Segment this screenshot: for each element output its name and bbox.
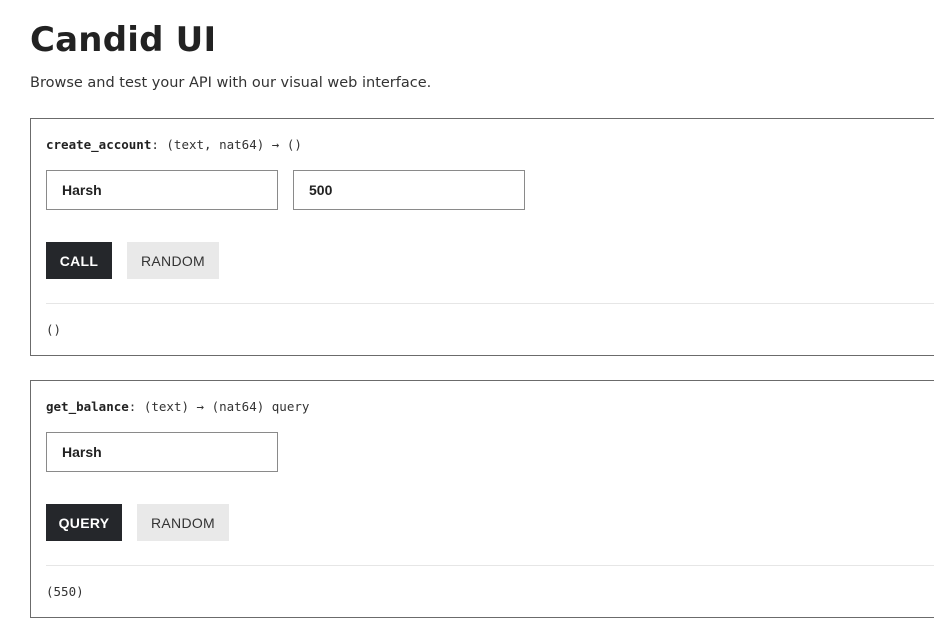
method-name: create_account xyxy=(46,137,152,152)
method-result: (550) xyxy=(46,584,84,599)
method-name: get_balance xyxy=(46,399,129,414)
random-button[interactable]: RANDOM xyxy=(137,504,229,541)
candid-ui-page: Candid UI Browse and test your API with … xyxy=(0,0,934,635)
call-button[interactable]: CALL xyxy=(46,242,112,279)
random-button[interactable]: RANDOM xyxy=(127,242,219,279)
method-type: : (text) → (nat64) query xyxy=(128,399,310,414)
nat64-argument-input[interactable] xyxy=(293,170,525,210)
divider xyxy=(46,565,934,566)
method-card-get-balance: get_balance: (text) → (nat64) query QUER… xyxy=(30,380,934,618)
method-type: : (text, nat64) → () xyxy=(151,137,302,152)
page-subtitle: Browse and test your API with our visual… xyxy=(30,75,432,91)
method-signature: create_account: (text, nat64) → () xyxy=(46,136,302,154)
text-argument-input[interactable] xyxy=(46,170,278,210)
divider xyxy=(46,303,934,304)
method-card-create-account: create_account: (text, nat64) → () CALL … xyxy=(30,118,934,356)
method-signature: get_balance: (text) → (nat64) query xyxy=(46,398,309,416)
text-argument-input[interactable] xyxy=(46,432,278,472)
query-button[interactable]: QUERY xyxy=(46,504,122,541)
method-result: () xyxy=(46,322,62,337)
page-title: Candid UI xyxy=(30,20,217,60)
